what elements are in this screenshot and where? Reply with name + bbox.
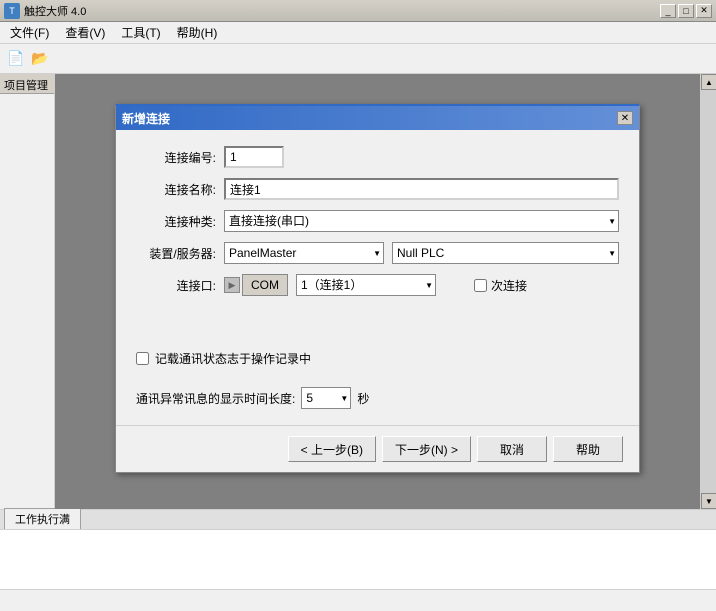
conn-type-row: 连接种类: 直接连接(串口) 以太网连接 ▼: [136, 210, 619, 232]
maximize-button[interactable]: □: [678, 4, 694, 18]
main-area: 项目管理员 新增连接 ✕: [0, 74, 716, 509]
toolbar-new-button[interactable]: 📄: [4, 47, 28, 71]
timeout-unit: 秒: [357, 390, 369, 407]
conn-type-select[interactable]: 直接连接(串口) 以太网连接: [224, 210, 619, 232]
dialog-close-button[interactable]: ✕: [617, 111, 633, 125]
device-select1[interactable]: PanelMaster: [224, 242, 384, 264]
app-window: T 触控大师 4.0 _ □ ✕ 文件(F) 查看(V) 工具(T) 帮助(H)…: [0, 0, 716, 611]
secondary-conn-row: 次连接: [474, 277, 527, 294]
new-connection-dialog: 新增连接 ✕ 连接编号: 连接名: [115, 104, 640, 473]
sidebar-header: 项目管理员: [0, 74, 54, 94]
close-app-button[interactable]: ✕: [696, 4, 712, 18]
timeout-select[interactable]: 3 5 10 15 30: [301, 387, 351, 409]
help-button[interactable]: 帮助: [553, 436, 623, 462]
dialog-title: 新增连接: [122, 110, 170, 127]
conn-type-label: 连接种类:: [136, 213, 216, 230]
scroll-down-button[interactable]: ▼: [701, 493, 716, 509]
bottom-area: 工作执行满: [0, 509, 716, 589]
app-icon: T: [4, 3, 20, 19]
right-scrollbar: ▲ ▼: [700, 74, 716, 509]
port-label: 连接口:: [136, 277, 216, 294]
timeout-row: 通讯异常讯息的显示时间长度: 3 5 10 15 30 ▼: [136, 387, 619, 409]
device-row: 装置/服务器: PanelMaster ▼: [136, 242, 619, 264]
device-select2-wrapper: Null PLC ▼: [392, 242, 619, 264]
device-select1-wrapper: PanelMaster ▼: [224, 242, 384, 264]
secondary-conn-label: 次连接: [491, 277, 527, 294]
sidebar: 项目管理员: [0, 74, 55, 509]
scroll-track[interactable]: [701, 90, 716, 493]
dialog-body: 连接编号: 连接名称: 连接种类:: [116, 130, 639, 425]
toolbar-open-button[interactable]: 📂: [28, 47, 52, 71]
prev-button[interactable]: < 上一步(B): [288, 436, 376, 462]
log-checkbox[interactable]: [136, 352, 149, 365]
spacer: [136, 306, 619, 336]
log-label: 记载通讯状态志于操作记录中: [155, 350, 311, 367]
com-select-wrapper: 1（连接1） 2 3 4 ▼: [296, 274, 436, 296]
conn-name-input[interactable]: [224, 178, 619, 200]
com-left: ▶ COM: [224, 274, 288, 296]
timeout-label: 通讯异常讯息的显示时间长度:: [136, 390, 295, 407]
toolbar: 📄 📂: [0, 44, 716, 74]
conn-num-label: 连接编号:: [136, 149, 216, 166]
timeout-select-wrapper: 3 5 10 15 30 ▼: [301, 387, 351, 409]
scroll-up-button[interactable]: ▲: [701, 74, 716, 90]
com-label: COM: [242, 274, 288, 296]
device-selects: PanelMaster ▼ Null PLC ▼: [224, 242, 619, 264]
com-indicator-icon: ▶: [224, 277, 240, 293]
log-checkbox-row: 记载通讯状态志于操作记录中: [136, 350, 619, 367]
next-button[interactable]: 下一步(N) >: [382, 436, 471, 462]
dialog-title-bar: 新增连接 ✕: [116, 106, 639, 130]
cancel-button[interactable]: 取消: [477, 436, 547, 462]
menu-view[interactable]: 查看(V): [57, 22, 113, 43]
conn-name-row: 连接名称:: [136, 178, 619, 200]
dialog-footer: < 上一步(B) 下一步(N) > 取消 帮助: [116, 425, 639, 472]
device-select2[interactable]: Null PLC: [392, 242, 619, 264]
conn-type-select-wrapper: 直接连接(串口) 以太网连接 ▼: [224, 210, 619, 232]
menu-tools[interactable]: 工具(T): [113, 22, 168, 43]
conn-name-label: 连接名称:: [136, 181, 216, 198]
conn-num-row: 连接编号:: [136, 146, 619, 168]
bottom-tab-bar: 工作执行满: [0, 510, 716, 530]
title-bar: T 触控大师 4.0 _ □ ✕: [0, 0, 716, 22]
menu-help[interactable]: 帮助(H): [169, 22, 226, 43]
bottom-content: [0, 530, 716, 589]
title-bar-buttons: _ □ ✕: [660, 4, 712, 18]
device-label: 装置/服务器:: [136, 245, 216, 262]
com-row: ▶ COM 1（连接1） 2 3 4: [224, 274, 619, 296]
log-section: 记载通讯状态志于操作记录中: [136, 350, 619, 367]
conn-num-input[interactable]: [224, 146, 284, 168]
menu-file[interactable]: 文件(F): [2, 22, 57, 43]
com-port-select[interactable]: 1（连接1） 2 3 4: [296, 274, 436, 296]
status-bar: [0, 589, 716, 611]
menu-bar: 文件(F) 查看(V) 工具(T) 帮助(H): [0, 22, 716, 44]
canvas-area: 新增连接 ✕ 连接编号: 连接名: [55, 74, 700, 509]
dialog-overlay: 新增连接 ✕ 连接编号: 连接名: [55, 74, 700, 509]
port-row: 连接口: ▶ COM 1（连接1） 2: [136, 274, 619, 296]
app-title: 触控大师 4.0: [24, 3, 660, 19]
bottom-tab-worklog[interactable]: 工作执行满: [4, 508, 81, 529]
secondary-conn-checkbox[interactable]: [474, 279, 487, 292]
minimize-button[interactable]: _: [660, 4, 676, 18]
